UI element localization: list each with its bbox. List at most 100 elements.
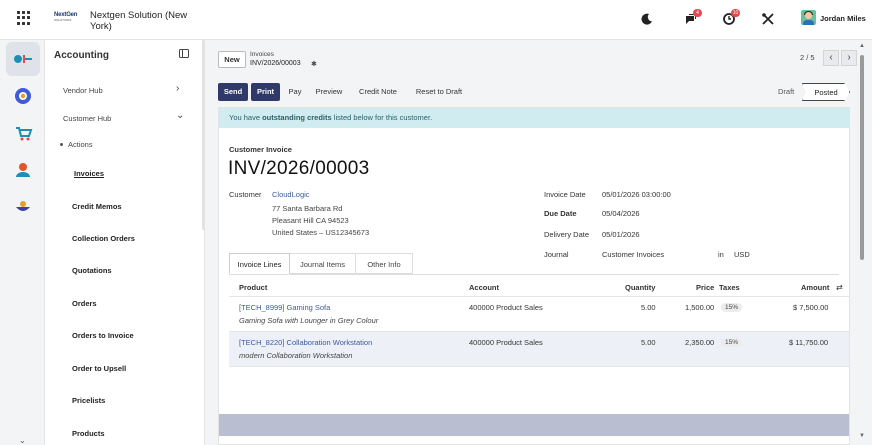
due-date-field[interactable]: 05/04/2026	[602, 209, 640, 218]
column-header-price[interactable]: Price	[696, 283, 714, 292]
user-name[interactable]: Jordan Miles	[820, 14, 866, 23]
line-price[interactable]: 1,500.00	[685, 303, 714, 312]
avatar[interactable]	[801, 10, 816, 25]
chat-badge: 4	[693, 9, 702, 17]
tax-badge[interactable]: 15%	[721, 338, 743, 347]
logo-subtext: SOLUTIONS	[54, 18, 72, 22]
page-scrollbar[interactable]: ▲ ▼	[859, 40, 865, 445]
app-rail: ⌄	[0, 40, 45, 445]
tax-badge[interactable]: 15%	[721, 303, 743, 312]
pager-prev-button[interactable]: ‹	[823, 50, 839, 66]
company-logo: NextGen SOLUTIONS	[54, 12, 78, 28]
pager-next-button[interactable]: ›	[841, 50, 857, 66]
delivery-date-field[interactable]: 05/01/2026	[602, 230, 640, 239]
chevron-down-icon[interactable]: ⌄	[19, 436, 26, 445]
gear-icon[interactable]: ✱	[311, 60, 317, 68]
new-button[interactable]: New	[218, 51, 246, 68]
sidebar-title: Accounting	[54, 50, 109, 61]
tab-journal-items[interactable]: Journal Items	[290, 253, 356, 274]
scroll-down-icon[interactable]: ▼	[859, 433, 865, 439]
sidebar-item-collection-orders[interactable]: Collection Orders	[72, 234, 135, 243]
column-header-account[interactable]: Account	[469, 283, 499, 292]
add-line-band[interactable]	[219, 414, 849, 436]
journal-field[interactable]: Customer Invoices	[602, 250, 664, 259]
tab-other-info[interactable]: Other Info	[356, 253, 413, 274]
control-panel: New Invoices INV/2026/00003 ✱ 2 / 5 ‹ › …	[205, 40, 872, 110]
sidebar-item-pricelists[interactable]: Pricelists	[72, 396, 105, 405]
line-description[interactable]: modern Collaboration Workstation	[239, 351, 352, 360]
outstanding-credits-alert: You have outstanding credits listed belo…	[219, 108, 849, 128]
column-header-product[interactable]: Product	[239, 283, 267, 292]
row-divider	[229, 366, 849, 367]
scrollbar-thumb[interactable]	[860, 55, 864, 260]
sidebar-item-invoices[interactable]: Invoices	[74, 169, 104, 178]
currency-in-label: in	[718, 250, 724, 259]
customer-field[interactable]: CloudLogic	[272, 190, 310, 199]
sidebar-item-actions[interactable]: Actions	[68, 140, 93, 149]
crm-app-icon[interactable]	[6, 79, 40, 113]
line-amount: $ 11,750.00	[789, 338, 829, 347]
breadcrumb-parent[interactable]: Invoices	[250, 51, 274, 58]
chevron-right-icon[interactable]: ›	[176, 83, 179, 94]
address-line-1: 77 Santa Barbara Rd	[272, 204, 343, 213]
customer-label: Customer	[229, 190, 262, 199]
clock-icon[interactable]: 10	[722, 9, 740, 26]
line-description[interactable]: Gaming Sofa with Lounger in Grey Colour	[239, 316, 378, 325]
status-draft[interactable]: Draft	[778, 83, 794, 101]
company-name[interactable]: Nextgen Solution (New York)	[90, 10, 200, 32]
status-posted[interactable]: Posted	[802, 83, 850, 101]
inventory-app-icon[interactable]	[6, 190, 40, 224]
reset-to-draft-button[interactable]: Reset to Draft	[411, 83, 467, 101]
sidebar-item-vendor-hub[interactable]: Vendor Hub	[63, 86, 103, 95]
sales-app-icon[interactable]	[6, 116, 40, 150]
sidebar-item-products[interactable]: Products	[72, 429, 105, 438]
invoice-date-field[interactable]: 05/01/2026 03:00:00	[602, 190, 671, 199]
preview-button[interactable]: Preview	[313, 83, 345, 101]
contacts-app-icon[interactable]	[6, 153, 40, 187]
invoice-number: INV/2026/00003	[228, 158, 370, 179]
column-header-amount[interactable]: Amount	[801, 283, 829, 292]
currency-field[interactable]: USD	[734, 250, 750, 259]
column-header-taxes[interactable]: Taxes	[719, 283, 740, 292]
print-button[interactable]: Print	[251, 83, 280, 101]
bullet-icon	[60, 143, 63, 146]
line-product[interactable]: [TECH_8220] Collaboration Workstation	[239, 338, 372, 347]
pay-button[interactable]: Pay	[285, 83, 305, 101]
activity-badge: 10	[731, 9, 740, 17]
moon-icon[interactable]	[640, 12, 654, 26]
form-sheet: You have outstanding credits listed belo…	[218, 107, 850, 445]
column-settings-icon[interactable]: ⇄	[836, 283, 843, 292]
sidebar-item-customer-hub[interactable]: Customer Hub	[63, 114, 111, 123]
apps-grid-icon[interactable]	[17, 11, 31, 25]
sidebar-item-credit-memos[interactable]: Credit Memos	[72, 202, 122, 211]
column-header-quantity[interactable]: Quantity	[625, 283, 655, 292]
breadcrumb-current: INV/2026/00003	[250, 60, 301, 67]
sidebar-item-orders-to-invoice[interactable]: Orders to Invoice	[72, 331, 134, 340]
credit-note-button[interactable]: Credit Note	[355, 83, 401, 101]
alert-text-bold: outstanding credits	[262, 113, 332, 122]
accounting-app-icon[interactable]	[6, 42, 40, 76]
line-quantity[interactable]: 5.00	[641, 338, 656, 347]
chevron-down-icon[interactable]: ⌄	[176, 110, 184, 121]
line-account[interactable]: 400000 Product Sales	[469, 303, 543, 312]
sidebar-item-order-to-upsell[interactable]: Order to Upsell	[72, 364, 126, 373]
send-button[interactable]: Send	[218, 83, 248, 101]
address-line-2: Pleasant Hill CA 94523	[272, 216, 349, 225]
chat-icon[interactable]: 4	[684, 9, 702, 26]
sidebar-item-quotations[interactable]: Quotations	[72, 266, 112, 275]
journal-label: Journal	[544, 250, 569, 259]
alert-text-pre: You have	[229, 113, 263, 122]
scroll-up-icon[interactable]: ▲	[859, 43, 865, 49]
sidebar-toggle-icon[interactable]	[179, 49, 189, 58]
document-kind: Customer Invoice	[229, 145, 292, 154]
tools-icon[interactable]	[761, 12, 775, 26]
pager-value[interactable]: 2 / 5	[800, 53, 815, 62]
main-content: New Invoices INV/2026/00003 ✱ 2 / 5 ‹ › …	[205, 40, 872, 445]
sidebar-item-orders[interactable]: Orders	[72, 299, 97, 308]
line-quantity[interactable]: 5.00	[641, 303, 656, 312]
tab-invoice-lines[interactable]: Invoice Lines	[229, 253, 290, 274]
line-account[interactable]: 400000 Product Sales	[469, 338, 543, 347]
line-amount: $ 7,500.00	[793, 303, 829, 312]
line-product[interactable]: [TECH_8999] Gaming Sofa	[239, 303, 330, 312]
line-price[interactable]: 2,350.00	[685, 338, 714, 347]
